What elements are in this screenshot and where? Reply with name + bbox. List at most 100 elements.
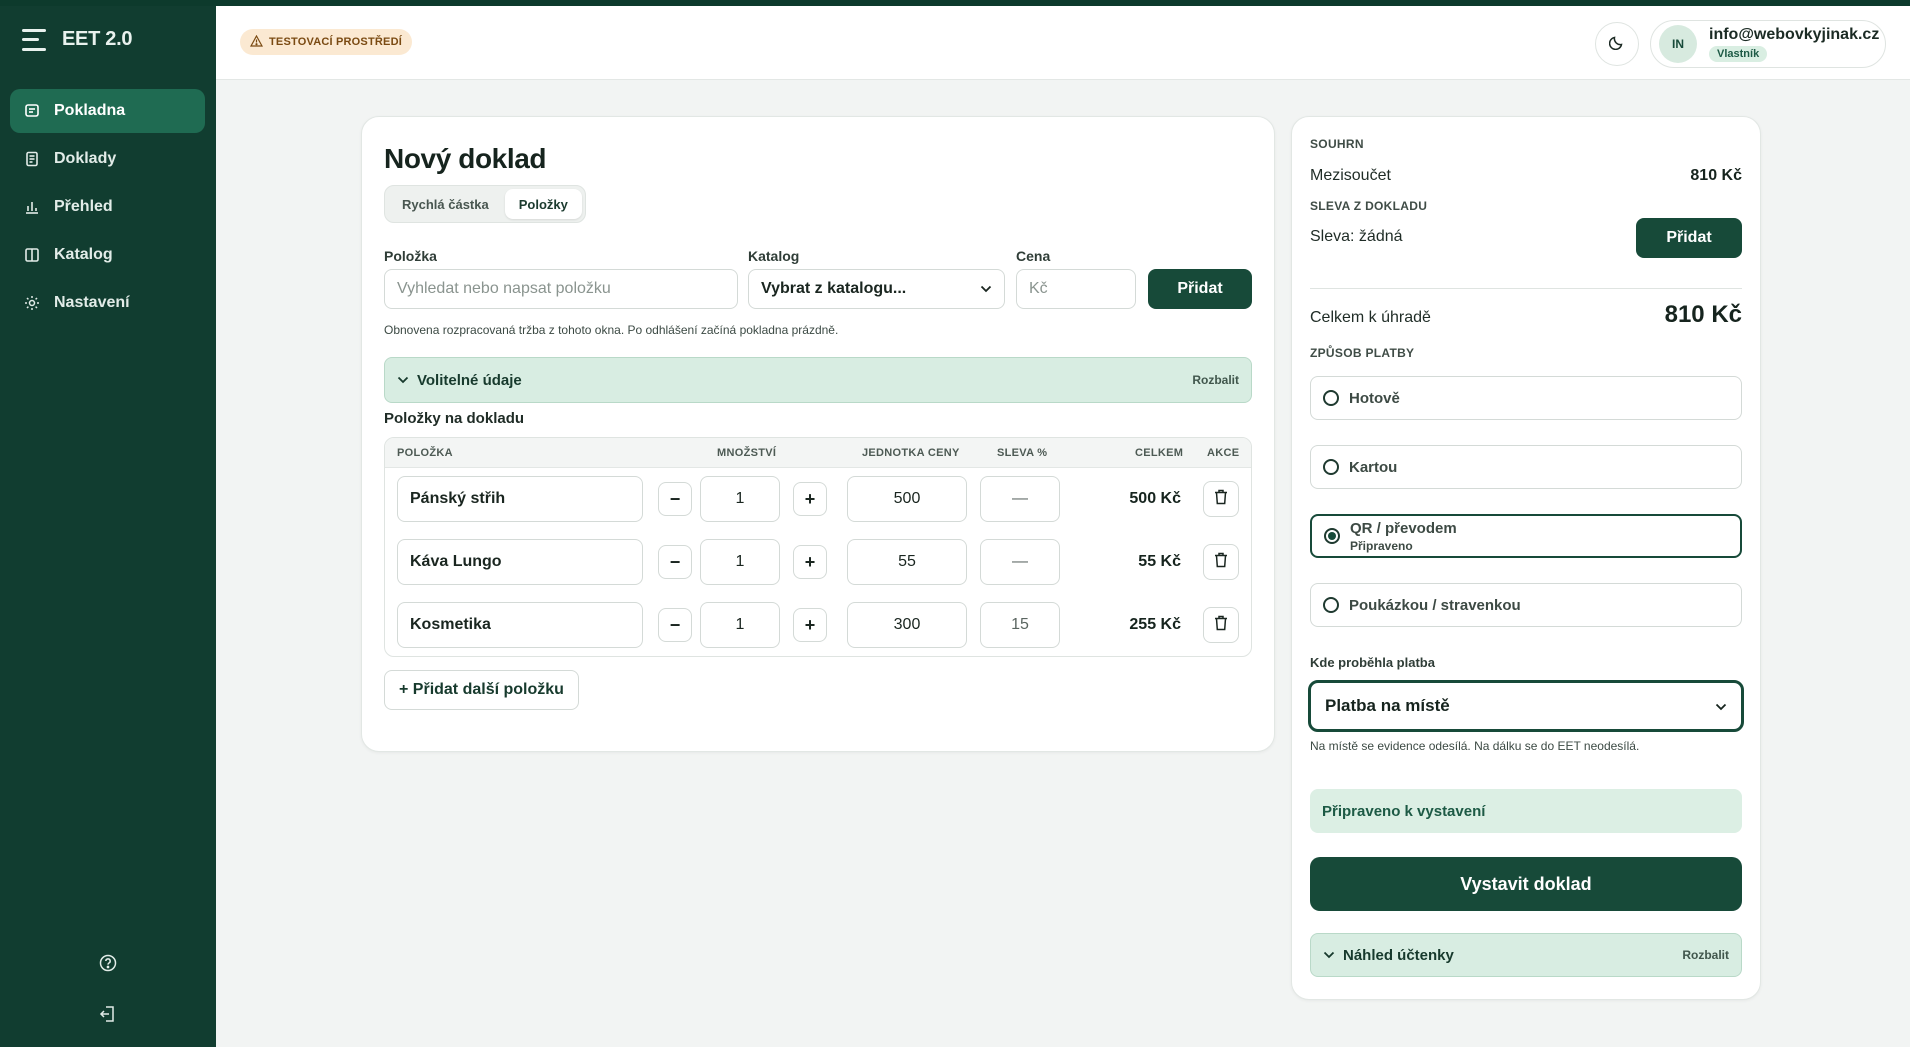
- tab-quick-amount[interactable]: Rychlá částka: [388, 189, 503, 219]
- payment-place-note: Na místě se evidence odesílá. Na dálku s…: [1310, 739, 1640, 753]
- payment-option-label: Hotově: [1349, 389, 1400, 407]
- item-search-input[interactable]: [384, 269, 738, 309]
- items-table-header: POLOŽKA MNOŽSTVÍ JEDNOTKA CENY SLEVA % C…: [385, 438, 1251, 468]
- summary-divider: [1310, 288, 1742, 289]
- chevron-down-icon: [397, 371, 409, 389]
- table-row: Pánský střih − 1 + 500 — 500 Kč: [385, 468, 1251, 531]
- help-button[interactable]: [0, 954, 216, 977]
- discount-input[interactable]: —: [980, 476, 1060, 522]
- payment-option-cash[interactable]: Hotově: [1310, 376, 1742, 420]
- quantity-input[interactable]: 1: [700, 539, 780, 585]
- payment-option-card[interactable]: Kartou: [1310, 445, 1742, 489]
- add-discount-button[interactable]: Přidat: [1636, 218, 1742, 258]
- environment-badge: TESTOVACÍ PROSTŘEDÍ: [240, 29, 412, 55]
- payment-option-label: Kartou: [1349, 458, 1398, 476]
- increase-quantity-button[interactable]: +: [793, 545, 827, 579]
- payment-option-status: Připraveno: [1350, 538, 1413, 553]
- column-header-unit-price: JEDNOTKA CENY: [862, 447, 960, 459]
- increase-quantity-button[interactable]: +: [793, 482, 827, 516]
- radio-button[interactable]: [1323, 597, 1339, 613]
- gear-icon: [24, 295, 40, 311]
- payment-option-qr-transfer[interactable]: QR / převodem Připraveno: [1310, 514, 1742, 558]
- document-icon: [24, 151, 40, 167]
- column-header-actions: AKCE: [1207, 447, 1240, 459]
- price-input[interactable]: [1016, 269, 1136, 309]
- hamburger-menu-icon[interactable]: [22, 28, 46, 51]
- restore-note: Obnovena rozpracovaná tržba z tohoto okn…: [384, 323, 839, 337]
- total-value: 810 Kč: [1664, 301, 1742, 328]
- sidebar-item-label: Doklady: [54, 150, 117, 167]
- item-field-label: Položka: [384, 248, 437, 264]
- quantity-input[interactable]: 1: [700, 602, 780, 648]
- theme-toggle-button[interactable]: [1595, 22, 1639, 66]
- delete-row-button[interactable]: [1203, 481, 1239, 517]
- summary-card: SOUHRN Mezisoučet 810 Kč SLEVA Z DOKLADU…: [1291, 116, 1761, 1000]
- user-email: info@webovkyjinak.cz: [1709, 26, 1880, 43]
- unit-price-input[interactable]: 55: [847, 539, 967, 585]
- top-header: TESTOVACÍ PROSTŘEDÍ IN info@webovkyjinak…: [216, 6, 1910, 80]
- receipt-preview-title: Náhled účtenky: [1343, 946, 1454, 964]
- items-section-title: Položky na dokladu: [384, 410, 525, 427]
- unit-price-input[interactable]: 300: [847, 602, 967, 648]
- decrease-quantity-button[interactable]: −: [658, 482, 692, 516]
- discount-input[interactable]: —: [980, 539, 1060, 585]
- item-name-input[interactable]: Káva Lungo: [397, 539, 643, 585]
- sidebar-item-pokladna[interactable]: Pokladna: [10, 89, 205, 133]
- sidebar-item-label: Nastavení: [54, 294, 130, 311]
- sidebar-item-doklady[interactable]: Doklady: [10, 137, 205, 181]
- table-row: Káva Lungo − 1 + 55 — 55 Kč: [385, 531, 1251, 594]
- brand-name: EET 2.0: [62, 28, 133, 50]
- chevron-down-icon: [980, 280, 992, 298]
- user-menu[interactable]: IN info@webovkyjinak.cz Vlastník: [1650, 20, 1886, 68]
- catalog-select-value: Vybrat z katalogu...: [761, 280, 907, 297]
- optional-details-expand[interactable]: Rozbalit: [1192, 373, 1239, 387]
- table-row: Kosmetika − 1 + 300 15 255 Kč: [385, 594, 1251, 656]
- add-item-button[interactable]: Přidat: [1148, 269, 1252, 309]
- delete-row-button[interactable]: [1203, 544, 1239, 580]
- row-total: 255 Kč: [1129, 616, 1181, 633]
- discount-input[interactable]: 15: [980, 602, 1060, 648]
- decrease-quantity-button[interactable]: −: [658, 545, 692, 579]
- sidebar-nav: Pokladna Doklady Přehled Katalog Nastave…: [10, 89, 205, 329]
- add-another-item-button[interactable]: + Přidat další položku: [384, 670, 579, 710]
- payment-option-voucher[interactable]: Poukázkou / stravenkou: [1310, 583, 1742, 627]
- row-total: 500 Kč: [1129, 490, 1181, 507]
- decrease-quantity-button[interactable]: −: [658, 608, 692, 642]
- sidebar-item-label: Pokladna: [54, 102, 126, 119]
- items-table: POLOŽKA MNOŽSTVÍ JEDNOTKA CENY SLEVA % C…: [384, 437, 1252, 657]
- discount-text: Sleva: žádná: [1310, 228, 1403, 245]
- trash-icon: [1214, 552, 1228, 573]
- sidebar-item-katalog[interactable]: Katalog: [10, 233, 205, 277]
- environment-badge-label: TESTOVACÍ PROSTŘEDÍ: [269, 36, 402, 48]
- item-name-input[interactable]: Pánský střih: [397, 476, 643, 522]
- sidebar-item-nastaveni[interactable]: Nastavení: [10, 281, 205, 325]
- receipt-preview-accordion[interactable]: Náhled účtenky Rozbalit: [1310, 933, 1742, 977]
- delete-row-button[interactable]: [1203, 607, 1239, 643]
- total-label: Celkem k úhradě: [1310, 309, 1431, 326]
- sidebar: EET 2.0 Pokladna Doklady Přehled Katalog: [0, 0, 216, 1047]
- chevron-down-icon: [1323, 946, 1335, 964]
- radio-button[interactable]: [1323, 390, 1339, 406]
- item-name-input[interactable]: Kosmetika: [397, 602, 643, 648]
- payment-place-select[interactable]: Platba na místě: [1308, 680, 1744, 732]
- moon-icon: [1608, 34, 1625, 55]
- logout-button[interactable]: [0, 1005, 216, 1028]
- tab-items[interactable]: Položky: [504, 189, 582, 219]
- increase-quantity-button[interactable]: +: [793, 608, 827, 642]
- row-total: 55 Kč: [1138, 553, 1181, 570]
- radio-button[interactable]: [1323, 459, 1339, 475]
- payment-option-label: QR / převodem: [1350, 519, 1457, 537]
- issue-receipt-button[interactable]: Vystavit doklad: [1310, 857, 1742, 911]
- catalog-select[interactable]: Vybrat z katalogu...: [748, 269, 1005, 309]
- book-icon: [24, 247, 40, 263]
- quantity-input[interactable]: 1: [700, 476, 780, 522]
- receipt-preview-expand[interactable]: Rozbalit: [1682, 948, 1729, 962]
- optional-details-accordion[interactable]: Volitelné údaje Rozbalit: [384, 357, 1252, 403]
- column-header-total: CELKEM: [1135, 447, 1184, 459]
- subtotal-value: 810 Kč: [1690, 167, 1742, 184]
- payment-caption: ZPŮSOB PLATBY: [1310, 346, 1415, 360]
- sidebar-item-prehled[interactable]: Přehled: [10, 185, 205, 229]
- radio-button-selected[interactable]: [1324, 528, 1340, 544]
- brand: EET 2.0: [22, 28, 132, 51]
- unit-price-input[interactable]: 500: [847, 476, 967, 522]
